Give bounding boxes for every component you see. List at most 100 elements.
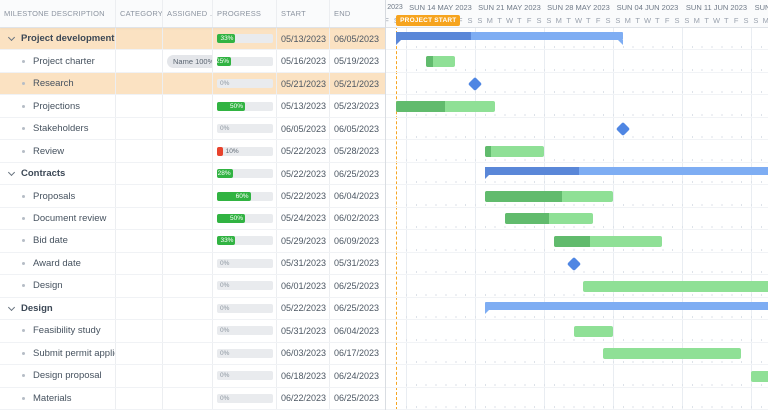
- chevron-down-icon[interactable]: [8, 304, 15, 311]
- start-date-cell[interactable]: 05/31/2023: [277, 253, 330, 274]
- task-bar[interactable]: [583, 281, 768, 292]
- assignee-badge[interactable]: Name 100%: [167, 55, 213, 68]
- milestone-diamond[interactable]: [566, 257, 580, 271]
- assigned-cell[interactable]: [163, 320, 213, 341]
- milestone-name-cell[interactable]: Proposals: [0, 185, 116, 206]
- assigned-cell[interactable]: [163, 28, 213, 49]
- progress-cell[interactable]: 33%: [213, 28, 277, 49]
- milestone-name-cell[interactable]: Stakeholders: [0, 118, 116, 139]
- progress-cell[interactable]: 50%: [213, 95, 277, 116]
- assigned-cell[interactable]: [163, 343, 213, 364]
- category-cell[interactable]: [116, 365, 163, 386]
- end-date-cell[interactable]: 06/25/2023: [330, 388, 385, 409]
- category-cell[interactable]: [116, 95, 163, 116]
- milestone-name-cell[interactable]: Submit permit applications: [0, 343, 116, 364]
- end-date-cell[interactable]: 06/17/2023: [330, 343, 385, 364]
- assigned-cell[interactable]: [163, 140, 213, 161]
- category-cell[interactable]: [116, 163, 163, 184]
- category-cell[interactable]: [116, 140, 163, 161]
- start-date-cell[interactable]: 05/29/2023: [277, 230, 330, 251]
- category-cell[interactable]: [116, 73, 163, 94]
- assigned-cell[interactable]: [163, 118, 213, 139]
- task-bar[interactable]: [505, 213, 594, 224]
- start-date-cell[interactable]: 05/24/2023: [277, 208, 330, 229]
- task-bar[interactable]: [751, 371, 768, 382]
- category-cell[interactable]: [116, 50, 163, 71]
- end-date-cell[interactable]: 06/05/2023: [330, 118, 385, 139]
- category-cell[interactable]: [116, 388, 163, 409]
- progress-cell[interactable]: 0%: [213, 365, 277, 386]
- category-cell[interactable]: [116, 275, 163, 296]
- task-bar[interactable]: [603, 348, 741, 359]
- category-cell[interactable]: [116, 28, 163, 49]
- assigned-cell[interactable]: [163, 253, 213, 274]
- task-bar[interactable]: [396, 101, 495, 112]
- assigned-cell[interactable]: [163, 230, 213, 251]
- start-date-cell[interactable]: 06/01/2023: [277, 275, 330, 296]
- milestone-diamond[interactable]: [616, 122, 630, 136]
- chevron-down-icon[interactable]: [8, 169, 15, 176]
- milestone-name-cell[interactable]: Project charter: [0, 50, 116, 71]
- category-cell[interactable]: [116, 343, 163, 364]
- category-cell[interactable]: [116, 320, 163, 341]
- summary-bar[interactable]: [396, 32, 623, 40]
- assigned-cell[interactable]: [163, 73, 213, 94]
- end-date-cell[interactable]: 06/25/2023: [330, 298, 385, 319]
- end-date-cell[interactable]: 06/25/2023: [330, 275, 385, 296]
- milestone-name-cell[interactable]: Projections: [0, 95, 116, 116]
- end-date-cell[interactable]: 06/09/2023: [330, 230, 385, 251]
- start-date-cell[interactable]: 05/16/2023: [277, 50, 330, 71]
- end-date-cell[interactable]: 06/05/2023: [330, 28, 385, 49]
- end-date-cell[interactable]: 06/04/2023: [330, 185, 385, 206]
- task-bar[interactable]: [485, 191, 613, 202]
- milestone-name-cell[interactable]: Design: [0, 298, 116, 319]
- start-date-cell[interactable]: 06/03/2023: [277, 343, 330, 364]
- end-date-cell[interactable]: 06/24/2023: [330, 365, 385, 386]
- category-cell[interactable]: [116, 230, 163, 251]
- milestone-name-cell[interactable]: Contracts: [0, 163, 116, 184]
- progress-cell[interactable]: 60%: [213, 185, 277, 206]
- end-date-cell[interactable]: 06/25/2023: [330, 163, 385, 184]
- start-date-cell[interactable]: 05/22/2023: [277, 185, 330, 206]
- end-date-cell[interactable]: 05/19/2023: [330, 50, 385, 71]
- milestone-name-cell[interactable]: Materials: [0, 388, 116, 409]
- category-cell[interactable]: [116, 298, 163, 319]
- progress-cell[interactable]: 0%: [213, 320, 277, 341]
- progress-cell[interactable]: 0%: [213, 388, 277, 409]
- start-date-cell[interactable]: 05/13/2023: [277, 95, 330, 116]
- progress-cell[interactable]: 10%: [213, 140, 277, 161]
- milestone-name-cell[interactable]: Project development: [0, 28, 116, 49]
- assigned-cell[interactable]: [163, 163, 213, 184]
- task-bar[interactable]: [426, 56, 456, 67]
- assigned-cell[interactable]: Name 100%: [163, 50, 213, 71]
- milestone-name-cell[interactable]: Design: [0, 275, 116, 296]
- progress-cell[interactable]: 0%: [213, 118, 277, 139]
- assigned-cell[interactable]: [163, 275, 213, 296]
- start-date-cell[interactable]: 05/13/2023: [277, 28, 330, 49]
- start-date-cell[interactable]: 06/05/2023: [277, 118, 330, 139]
- progress-cell[interactable]: 0%: [213, 275, 277, 296]
- category-cell[interactable]: [116, 185, 163, 206]
- start-date-cell[interactable]: 06/22/2023: [277, 388, 330, 409]
- category-cell[interactable]: [116, 208, 163, 229]
- progress-cell[interactable]: 0%: [213, 253, 277, 274]
- summary-bar[interactable]: [485, 167, 768, 175]
- task-bar[interactable]: [574, 326, 613, 337]
- start-date-cell[interactable]: 06/18/2023: [277, 365, 330, 386]
- progress-cell[interactable]: 50%: [213, 208, 277, 229]
- progress-cell[interactable]: 25%: [213, 50, 277, 71]
- progress-cell[interactable]: 33%: [213, 230, 277, 251]
- task-bar[interactable]: [485, 146, 544, 157]
- milestone-name-cell[interactable]: Research: [0, 73, 116, 94]
- summary-bar[interactable]: [485, 302, 768, 310]
- progress-cell[interactable]: 0%: [213, 73, 277, 94]
- assigned-cell[interactable]: [163, 365, 213, 386]
- milestone-diamond[interactable]: [468, 77, 482, 91]
- task-bar[interactable]: [554, 236, 662, 247]
- milestone-name-cell[interactable]: Award date: [0, 253, 116, 274]
- category-cell[interactable]: [116, 118, 163, 139]
- end-date-cell[interactable]: 05/21/2023: [330, 73, 385, 94]
- chevron-down-icon[interactable]: [8, 34, 15, 41]
- start-date-cell[interactable]: 05/22/2023: [277, 298, 330, 319]
- start-date-cell[interactable]: 05/22/2023: [277, 163, 330, 184]
